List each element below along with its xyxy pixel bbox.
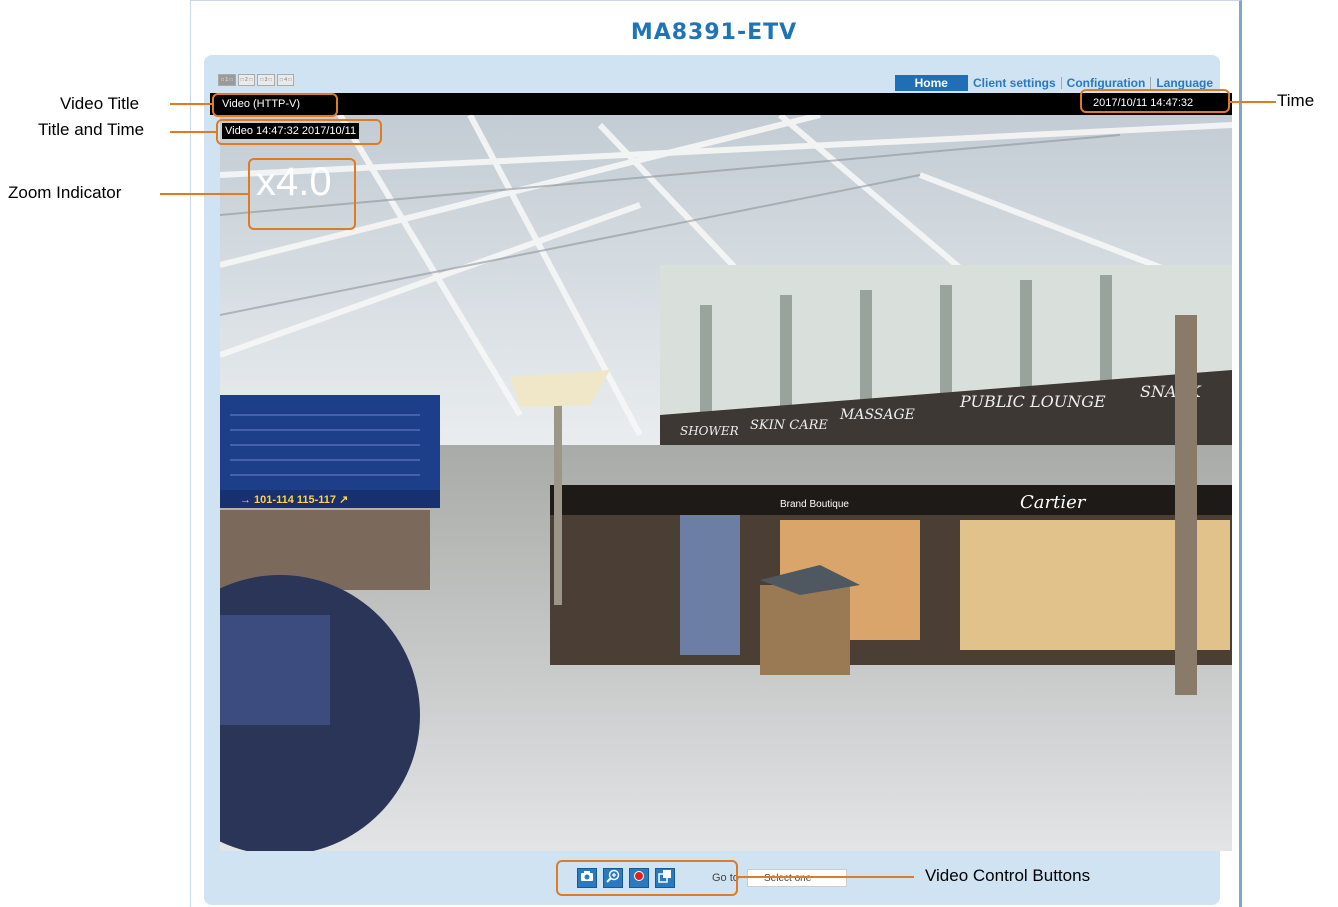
callout-box-zoom-indicator	[248, 158, 356, 230]
nav-configuration[interactable]: Configuration	[1062, 76, 1151, 90]
stream-tab-1[interactable]: □ 1 □	[218, 74, 236, 86]
callout-line-video-controls	[738, 876, 914, 878]
callout-box-title-and-time	[216, 119, 382, 145]
callout-line-video-title	[170, 103, 212, 105]
nav-language[interactable]: Language	[1151, 76, 1218, 90]
stream-tab-2[interactable]: □ 2 □	[237, 74, 256, 86]
callout-label-zoom-indicator: Zoom Indicator	[8, 183, 122, 202]
goto-select[interactable]: Select one	[747, 869, 847, 887]
stream-tab-3[interactable]: □ 3 □	[257, 74, 275, 86]
stream-tabs: □ 1 □ □ 2 □ □ 3 □ □ 4 □	[218, 74, 295, 86]
video-title-bar	[210, 93, 1232, 115]
callout-label-title-and-time: Title and Time	[38, 120, 145, 139]
callout-box-time	[1080, 89, 1230, 113]
callout-line-zoom-indicator	[160, 193, 248, 195]
svg-text:PUBLIC LOUNGE: PUBLIC LOUNGE	[959, 392, 1106, 411]
svg-text:→ 101-114 115-117 ↗: → 101-114 115-117 ↗	[240, 494, 348, 506]
svg-text:MASSAGE: MASSAGE	[839, 407, 915, 423]
callout-line-title-and-time	[170, 131, 216, 133]
callout-label-time: Time	[1277, 91, 1315, 110]
nav-home[interactable]: Home	[894, 75, 968, 91]
callout-box-video-title	[212, 93, 338, 117]
callout-box-video-controls	[556, 860, 738, 896]
live-video[interactable]: SHOWER SKIN CARE MASSAGE PUBLIC LOUNGE S…	[220, 115, 1232, 851]
video-scene: SHOWER SKIN CARE MASSAGE PUBLIC LOUNGE S…	[220, 115, 1232, 851]
camera-model-title: MA8391-ETV	[630, 20, 798, 45]
svg-text:Brand Boutique: Brand Boutique	[780, 499, 849, 510]
svg-text:SHOWER: SHOWER	[680, 424, 739, 438]
nav-client-settings[interactable]: Client settings	[968, 76, 1061, 90]
stream-tab-4[interactable]: □ 4 □	[276, 74, 295, 86]
svg-text:SKIN CARE: SKIN CARE	[750, 418, 828, 433]
callout-line-time	[1230, 101, 1276, 103]
callout-label-video-title: Video Title	[60, 94, 140, 113]
svg-text:Cartier: Cartier	[1020, 492, 1087, 513]
callout-label-video-controls: Video Control Buttons	[925, 866, 1091, 885]
